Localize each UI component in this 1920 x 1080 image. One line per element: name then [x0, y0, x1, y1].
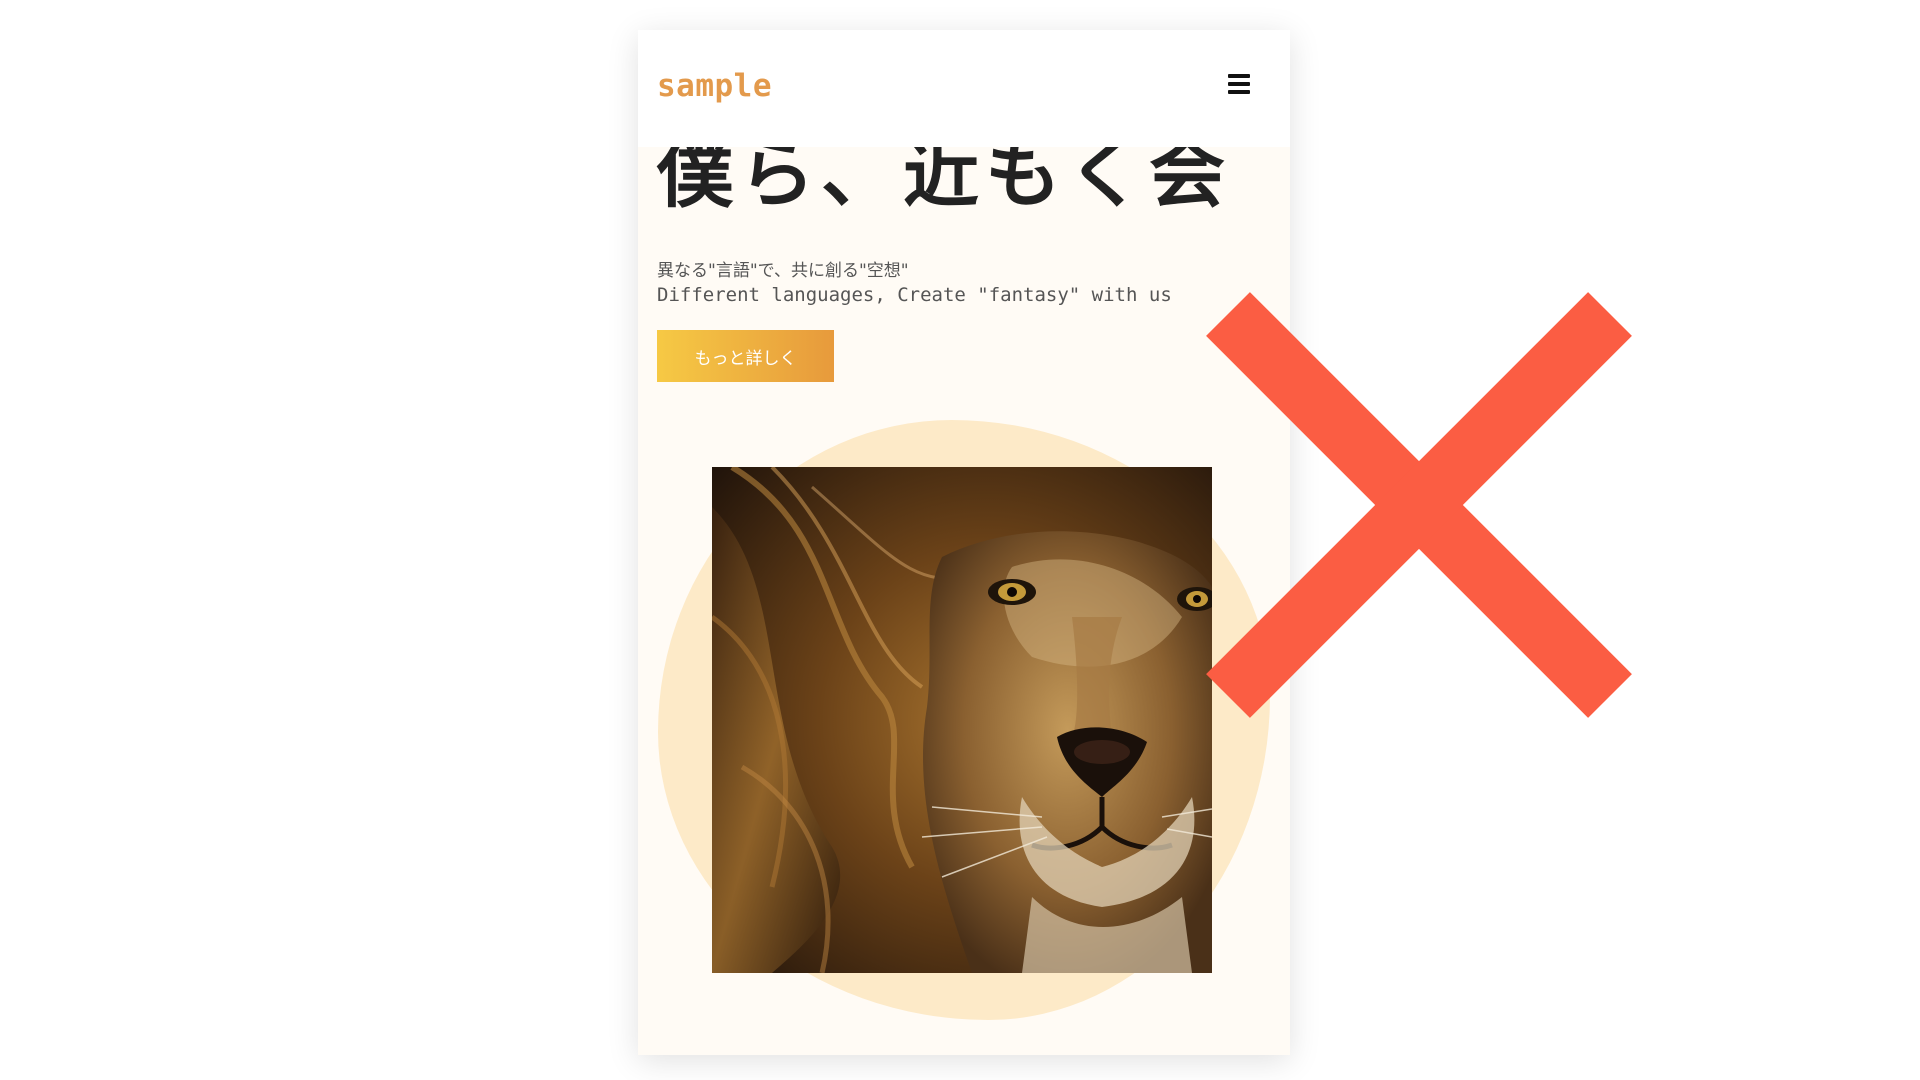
tagline-english: Different languages, Create "fantasy" wi… [657, 284, 1172, 306]
site-header: sample [638, 30, 1290, 147]
stage: 僕ら、近もく会 sample 異なる"言語"で、共に創る"空想" Differe… [0, 0, 1920, 1080]
hamburger-line-middle [1228, 82, 1250, 86]
lion-illustration [712, 467, 1212, 973]
mobile-page-preview: 僕ら、近もく会 sample 異なる"言語"で、共に創る"空想" Differe… [638, 30, 1290, 1055]
hamburger-menu-icon[interactable] [1228, 73, 1250, 95]
site-logo[interactable]: sample [657, 68, 772, 104]
tagline-japanese: 異なる"言語"で、共に創る"空想" [657, 261, 909, 281]
hamburger-line-top [1228, 74, 1250, 78]
learn-more-button[interactable]: もっと詳しく [657, 330, 834, 382]
lion-photo [712, 467, 1212, 973]
hamburger-line-bottom [1228, 90, 1250, 94]
cross-x-icon [1206, 292, 1632, 718]
